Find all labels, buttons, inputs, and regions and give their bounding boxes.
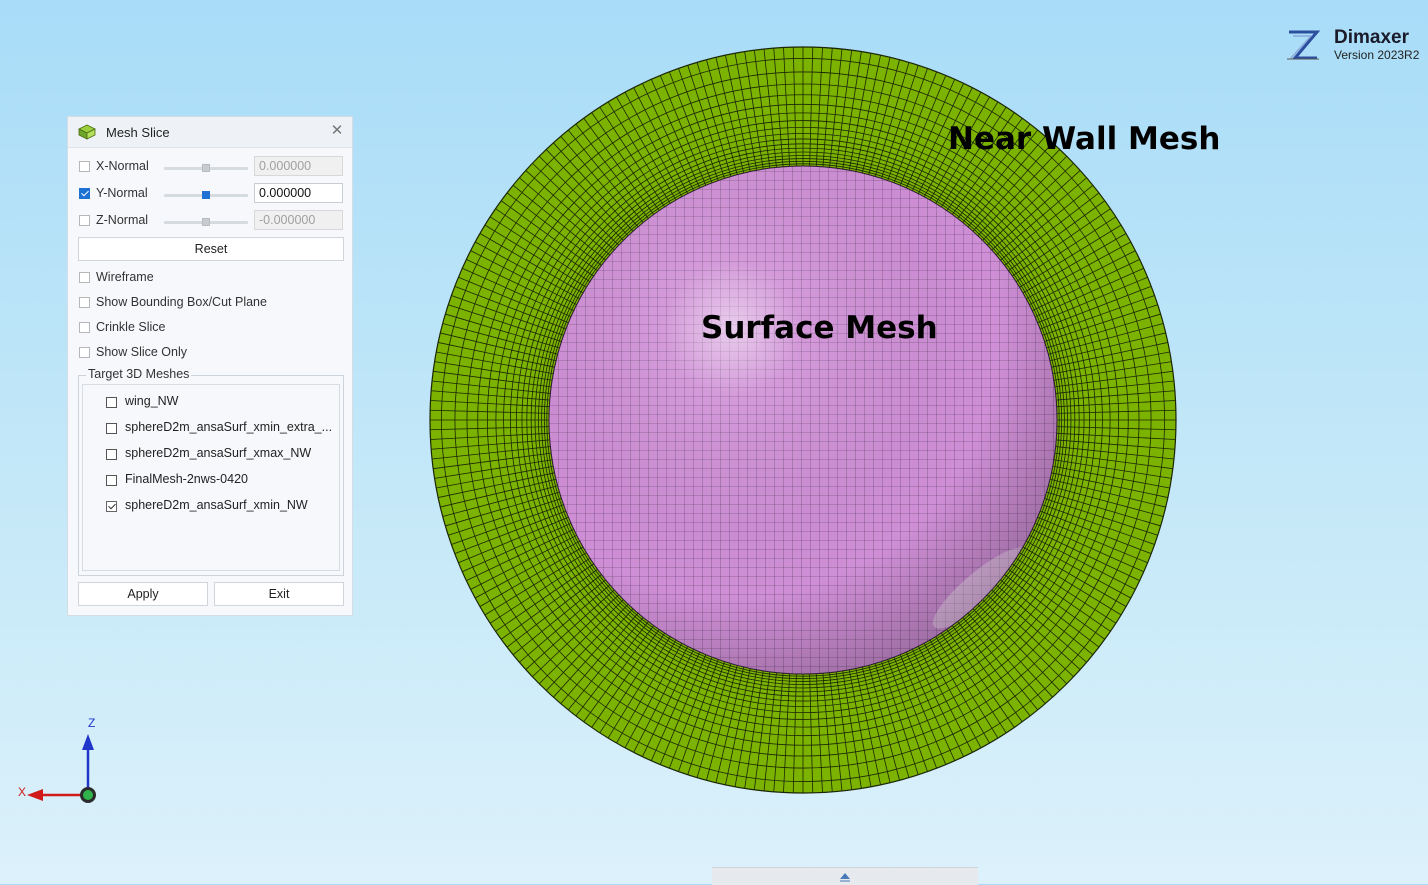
mesh-checkbox-xmax-nw[interactable] (106, 449, 117, 460)
expand-up-icon (840, 873, 850, 882)
dialog-header[interactable]: Mesh Slice ✕ (68, 117, 352, 148)
target-3d-meshes-title: Target 3D Meshes (86, 367, 192, 381)
z-normal-slider[interactable] (164, 218, 248, 226)
close-icon[interactable]: ✕ (330, 123, 344, 139)
y-normal-checkbox[interactable] (79, 188, 90, 199)
x-normal-value-input[interactable] (254, 156, 343, 176)
near-wall-mesh-label: Near Wall Mesh (948, 121, 1221, 157)
mesh-checkbox-xmin-extra[interactable] (106, 423, 117, 434)
mesh-item-label[interactable]: sphereD2m_ansaSurf_xmin_extra_... (125, 420, 332, 434)
mesh-checkbox-wing-nw[interactable] (106, 397, 117, 408)
y-normal-label: Y-Normal (96, 186, 148, 200)
x-axis-label: X (18, 785, 26, 799)
app-logo: Dimaxer Version 2023R2 (1285, 27, 1425, 64)
mesh-item-label[interactable]: sphereD2m_ansaSurf_xmax_NW (125, 446, 311, 460)
y-normal-slider-thumb[interactable] (202, 191, 210, 199)
show-bounding-box-checkbox[interactable] (79, 297, 90, 308)
crinkle-slice-label: Crinkle Slice (96, 320, 166, 334)
exit-button[interactable]: Exit (214, 582, 344, 606)
mesh-list[interactable]: wing_NW sphereD2m_ansaSurf_xmin_extra_..… (82, 384, 340, 571)
dimaxer-logo-icon (1287, 30, 1321, 60)
x-normal-label: X-Normal (96, 159, 149, 173)
z-normal-checkbox[interactable] (79, 215, 90, 226)
x-normal-slider-thumb[interactable] (202, 164, 210, 172)
reset-button[interactable]: Reset (78, 237, 344, 261)
show-slice-only-checkbox[interactable] (79, 347, 90, 358)
mesh-cube-icon (78, 124, 96, 140)
z-normal-label: Z-Normal (96, 213, 149, 227)
mesh-checkbox-xmin-nw[interactable] (106, 501, 117, 512)
app-name: Dimaxer (1334, 27, 1409, 48)
wireframe-label: Wireframe (96, 270, 154, 284)
z-axis-label: Z (88, 716, 95, 730)
app-version: Version 2023R2 (1334, 48, 1420, 62)
x-normal-slider[interactable] (164, 164, 248, 172)
crinkle-slice-checkbox[interactable] (79, 322, 90, 333)
x-axis-arrow-icon (27, 789, 43, 801)
target-3d-meshes-group: Target 3D Meshes wing_NW sphereD2m_ansaS… (78, 367, 344, 576)
y-normal-slider[interactable] (164, 191, 248, 199)
bottom-panel-toggle[interactable] (712, 867, 978, 885)
mesh-item-label[interactable]: wing_NW (125, 394, 179, 408)
x-normal-checkbox[interactable] (79, 161, 90, 172)
show-slice-only-label: Show Slice Only (96, 345, 188, 359)
y-normal-value-input[interactable] (254, 183, 343, 203)
show-bounding-box-label: Show Bounding Box/Cut Plane (96, 295, 267, 309)
mesh-checkbox-finalmesh[interactable] (106, 475, 117, 486)
z-normal-slider-thumb[interactable] (202, 218, 210, 226)
mesh-item-label[interactable]: sphereD2m_ansaSurf_xmin_NW (125, 498, 308, 512)
mesh-item-label[interactable]: FinalMesh-2nws-0420 (125, 472, 248, 486)
dialog-title: Mesh Slice (106, 125, 170, 140)
surface-mesh-label: Surface Mesh (701, 310, 938, 346)
z-normal-value-input[interactable] (254, 210, 343, 230)
apply-button[interactable]: Apply (78, 582, 208, 606)
z-axis-arrow-icon (82, 734, 94, 750)
axis-triad: Z X (18, 716, 96, 803)
mesh-slice-dialog: Mesh Slice ✕ X-Normal Y-Normal Z-Normal … (67, 116, 353, 616)
wireframe-checkbox[interactable] (79, 272, 90, 283)
